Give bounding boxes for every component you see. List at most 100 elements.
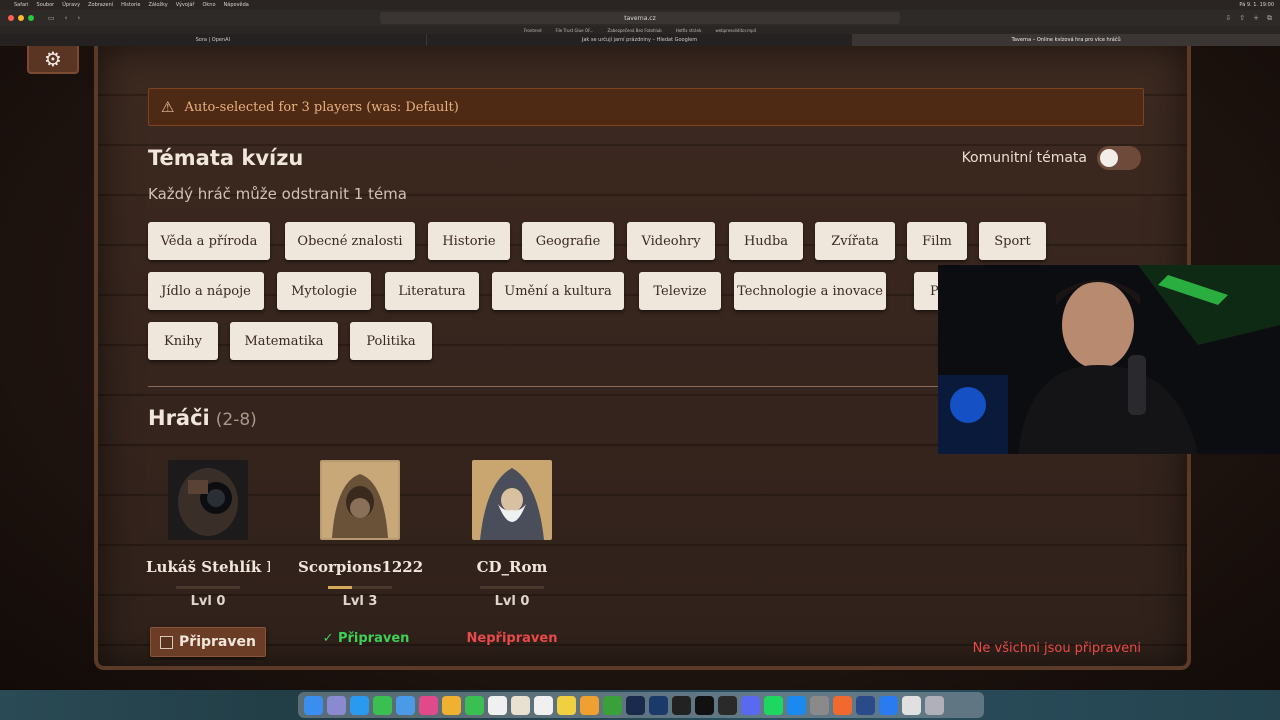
menu-historie[interactable]: Historie: [121, 2, 140, 8]
player-level: Lvl 3: [342, 594, 378, 609]
xp-bar: [480, 586, 544, 589]
tab-google[interactable]: Jak se určují jarní prázdniny – Hledat G…: [427, 34, 854, 46]
player-name: CD_Rom: [476, 558, 548, 576]
address-bar[interactable]: taverna.cz: [380, 12, 900, 24]
menu-okno[interactable]: Okno: [202, 2, 215, 8]
discord-icon[interactable]: [741, 695, 760, 715]
mail-icon[interactable]: [396, 695, 415, 715]
ready-checkbox[interactable]: [160, 635, 174, 649]
app-icon[interactable]: [879, 695, 898, 715]
topic-chip[interactable]: Hudba: [729, 222, 803, 260]
window-controls: [8, 15, 34, 21]
topic-chip[interactable]: Geografie: [522, 222, 614, 260]
photos-icon[interactable]: [442, 695, 461, 715]
trash-icon[interactable]: [925, 695, 944, 715]
ready-button[interactable]: Připraven: [150, 627, 266, 657]
sidebar-icon[interactable]: ▭: [48, 14, 55, 22]
topic-chip[interactable]: Obecné znalosti: [285, 222, 415, 260]
back-icon[interactable]: ‹: [65, 14, 68, 22]
players-range: (2-8): [215, 410, 257, 430]
tab-sora[interactable]: Sora | OpenAI: [0, 34, 427, 46]
share-icon[interactable]: ⇧: [1239, 14, 1245, 23]
bookmark-item[interactable]: webpresséditor.mp4: [715, 28, 756, 33]
bookmark-item[interactable]: Frontend: [524, 28, 542, 33]
bookmark-item[interactable]: File Trust Glue OF...: [556, 28, 594, 33]
topic-chip[interactable]: Mytologie: [277, 272, 371, 310]
tab-overview-icon[interactable]: ⧉: [1267, 14, 1272, 23]
player-card: Scorpions12220 Lvl 3: [280, 460, 440, 609]
toggle-knob: [1100, 149, 1118, 167]
menu-zobrazeni[interactable]: Zobrazení: [88, 2, 113, 8]
tab-bar: Sora | OpenAI Jak se určují jarní prázdn…: [0, 34, 1280, 46]
tab-taverna[interactable]: Taverna – Online kvízová hra pro více hr…: [853, 34, 1280, 46]
community-topics-toggle[interactable]: [1097, 146, 1141, 170]
topic-chip[interactable]: Knihy: [148, 322, 218, 360]
players-title-text: Hráči: [148, 406, 210, 430]
reminders-icon[interactable]: [534, 695, 553, 715]
spotify-icon[interactable]: [764, 695, 783, 715]
menu-napoveda[interactable]: Nápověda: [224, 2, 249, 8]
zoom-window-button[interactable]: [28, 15, 34, 21]
finder-icon[interactable]: [304, 695, 323, 715]
topic-chip[interactable]: Umění a kultura: [492, 272, 624, 310]
launchpad-icon[interactable]: [327, 695, 346, 715]
close-window-button[interactable]: [8, 15, 14, 21]
app-icon[interactable]: [833, 695, 852, 715]
app-store-icon[interactable]: [787, 695, 806, 715]
tab-label: Sora | OpenAI: [195, 37, 231, 43]
calendar-icon[interactable]: [488, 695, 507, 715]
document-icon[interactable]: [902, 695, 921, 715]
topic-chip[interactable]: Videohry: [627, 222, 715, 260]
contacts-icon[interactable]: [511, 695, 530, 715]
player-name: Scorpions12220: [298, 558, 422, 576]
new-tab-icon[interactable]: +: [1253, 14, 1259, 23]
app-icon[interactable]: [718, 695, 737, 715]
download-icon[interactable]: ⇩: [1225, 14, 1231, 23]
menu-zalozky[interactable]: Záložky: [148, 2, 167, 8]
topic-chip[interactable]: Jídlo a nápoje: [148, 272, 264, 310]
apple-tv-icon[interactable]: [695, 695, 714, 715]
topic-chip[interactable]: Matematika: [230, 322, 338, 360]
players-title: Hráči (2-8): [148, 406, 257, 430]
player-card: Lukáš Stehlík P Lvl 0: [128, 460, 288, 609]
maps-icon[interactable]: [419, 695, 438, 715]
topic-chip[interactable]: Literatura: [385, 272, 479, 310]
topic-chip[interactable]: Technologie a inovace: [734, 272, 886, 310]
topic-chip[interactable]: Film: [907, 222, 967, 260]
settings-button[interactable]: ⚙: [27, 46, 79, 74]
player-level: Lvl 0: [494, 594, 530, 609]
topic-chip[interactable]: Zvířata: [815, 222, 895, 260]
topic-chip[interactable]: Televize: [639, 272, 721, 310]
facetime-icon[interactable]: [465, 695, 484, 715]
topic-chip[interactable]: Věda a příroda: [148, 222, 270, 260]
topic-chip[interactable]: Historie: [428, 222, 510, 260]
minimize-window-button[interactable]: [18, 15, 24, 21]
photoshop-icon[interactable]: [649, 695, 668, 715]
forward-icon[interactable]: ›: [77, 14, 80, 22]
macos-dock: [298, 692, 984, 718]
topics-subtitle: Každý hráč může odstranit 1 téma: [148, 185, 407, 203]
not-all-ready-text: Ne všichni jsou připraveni: [972, 641, 1141, 656]
avatar: [168, 460, 248, 540]
topic-chip[interactable]: Politika: [350, 322, 432, 360]
safari-icon[interactable]: [350, 695, 369, 715]
lightroom-icon[interactable]: [626, 695, 645, 715]
tab-label: Jak se určují jarní prázdniny – Hledat G…: [581, 37, 698, 43]
player-status-not-ready: Nepřipraven: [466, 631, 558, 646]
chatgpt-icon[interactable]: [672, 695, 691, 715]
bookmark-item[interactable]: Zabezpečená Bez Fotohlub: [608, 28, 662, 33]
app-icon[interactable]: [856, 695, 875, 715]
pages-icon[interactable]: [580, 695, 599, 715]
menu-soubor[interactable]: Soubor: [37, 2, 55, 8]
topic-chip[interactable]: Sport: [979, 222, 1046, 260]
system-settings-icon[interactable]: [810, 695, 829, 715]
messages-icon[interactable]: [373, 695, 392, 715]
notes-icon[interactable]: [557, 695, 576, 715]
menu-upravy[interactable]: Úpravy: [62, 2, 80, 8]
numbers-icon[interactable]: [603, 695, 622, 715]
menu-vyvojar[interactable]: Vývojář: [176, 2, 195, 8]
webcam-overlay: [938, 265, 1280, 454]
bookmarks-bar: Frontend File Trust Glue OF... Zabezpeče…: [0, 26, 1280, 34]
menu-safari[interactable]: Safari: [14, 2, 29, 8]
bookmark-item[interactable]: Hotfix stránk: [676, 28, 702, 33]
